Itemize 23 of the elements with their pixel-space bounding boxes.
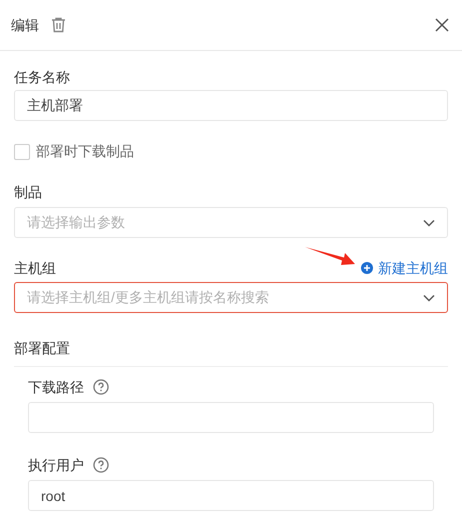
field-label: 制品 <box>14 183 43 202</box>
text-field[interactable] <box>28 402 434 433</box>
section-title: 部署配置 <box>14 339 71 358</box>
text-field[interactable]: 主机部署 <box>14 90 448 121</box>
help-icon[interactable] <box>93 457 109 473</box>
new-host-group-link[interactable]: 新建主机组 <box>361 258 448 278</box>
help-icon[interactable] <box>93 379 109 395</box>
field-label: 主机组 <box>14 259 56 278</box>
field-label: 执行用户 <box>28 456 84 475</box>
plus-circle-icon <box>361 262 373 274</box>
select-placeholder: 请选择输出参数 <box>27 213 125 232</box>
close-icon[interactable] <box>435 18 449 32</box>
field-label: 下载路径 <box>28 378 84 397</box>
checkbox-label: 部署时下载制品 <box>36 142 134 161</box>
text-field[interactable]: root <box>28 480 434 511</box>
dialog-title: 编辑 <box>11 16 39 34</box>
chevron-down-icon <box>423 218 435 226</box>
select-placeholder: 请选择主机组/更多主机组请按名称搜索 <box>27 288 269 307</box>
field-label: 任务名称 <box>14 68 71 87</box>
trash-icon[interactable] <box>51 17 66 33</box>
arrow-icon <box>305 245 355 267</box>
chevron-down-icon <box>423 294 435 302</box>
checkbox[interactable] <box>14 144 30 160</box>
